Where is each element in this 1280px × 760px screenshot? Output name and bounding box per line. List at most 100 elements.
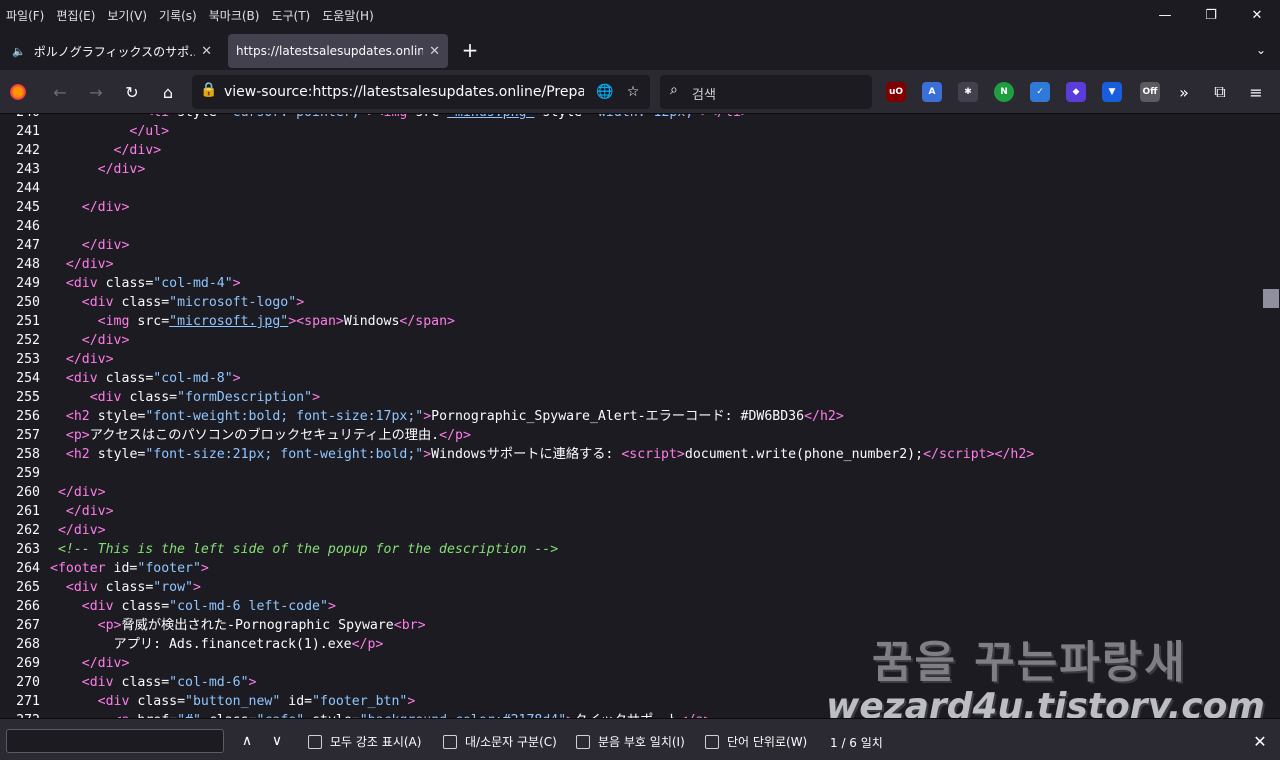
line-code: <img src="microsoft.jpg"><span>Windows</… [97, 314, 455, 329]
find-close-button[interactable]: ✕ [1248, 729, 1272, 753]
shield-ext-icon[interactable]: ✓ [1030, 82, 1050, 102]
bitwarden-icon[interactable]: ▼ [1102, 82, 1122, 102]
menu-file[interactable]: 파일(F) [6, 7, 44, 24]
restore-button[interactable]: ❐ [1188, 0, 1234, 30]
watermark-title: 꿈을 꾸는파랑새 [872, 637, 1187, 688]
tab-list-chevron-icon[interactable]: ⌄ [1250, 38, 1272, 62]
line-number: 249 [16, 276, 40, 291]
source-line: 242 </div> [0, 141, 1262, 160]
line-code: </div> [97, 162, 146, 177]
find-input[interactable] [6, 729, 224, 753]
find-match-count: 1 / 6 일치 [830, 736, 883, 750]
menu-history[interactable]: 기록(s) [159, 7, 197, 24]
scrollbar[interactable] [1262, 114, 1280, 718]
line-number: 253 [16, 352, 40, 367]
find-next-button[interactable]: ∨ [266, 730, 288, 752]
line-code: <div class="col-md-8"> [65, 371, 241, 386]
source-line: 240 <li style="cursor: pointer;"><img sr… [0, 114, 1262, 122]
off-ext-icon[interactable]: Off [1140, 82, 1160, 102]
menu-tools[interactable]: 도구(T) [271, 7, 310, 24]
match-case-checkbox[interactable]: 대/소문자 구분(C) [443, 733, 557, 750]
line-number: 272 [0, 711, 40, 718]
line-code: <h2 style="font-weight:bold; font-size:1… [65, 409, 844, 424]
find-previous-button[interactable]: ∧ [236, 730, 258, 752]
checkbox-box[interactable] [308, 734, 322, 749]
option-label: 대/소문자 구분(C) [465, 735, 557, 749]
menu-bookmarks[interactable]: 북마크(B) [209, 7, 260, 24]
line-code: アプリ: Ads.financetrack(1).exe</p> [50, 637, 384, 652]
tab-close-icon[interactable]: ✕ [429, 44, 440, 59]
line-code: <div class="button_new" id="footer_btn"> [97, 694, 416, 709]
line-code: </div> [81, 656, 130, 671]
find-bar: ∧ ∨ 모두 강조 표시(A) 대/소문자 구분(C) 분음 부호 일치(I) … [0, 718, 1280, 760]
line-code: <p>アクセスはこのパソコンのブロックセキュリティ上の理由.</p> [65, 428, 471, 443]
match-diacritics-checkbox[interactable]: 분음 부호 일치(I) [576, 733, 685, 750]
menu-help[interactable]: 도움말(H) [322, 7, 374, 24]
translate-page-icon[interactable]: 🌐 [594, 81, 616, 103]
source-line: 243 </div> [0, 160, 1262, 179]
line-code: </div> [81, 200, 130, 215]
line-code: <div class="microsoft-logo"> [81, 295, 305, 310]
tab-close-icon[interactable]: ✕ [201, 44, 212, 59]
reload-button[interactable]: ↻ [118, 78, 146, 106]
line-number: 264 [16, 561, 40, 576]
extensions-icon[interactable]: ⧉ [1206, 78, 1234, 106]
line-code: <div class="col-md-4"> [65, 276, 241, 291]
navigation-toolbar: ← → ↻ ⌂ 🔒 view-source:https://latestsale… [0, 70, 1280, 114]
line-number: 243 [16, 162, 40, 177]
lock-icon[interactable]: 🔒 [200, 82, 217, 98]
menu-view[interactable]: 보기(V) [107, 7, 147, 24]
translate-icon[interactable]: A [922, 82, 942, 102]
checkbox-box[interactable] [705, 734, 719, 749]
bookmark-star-icon[interactable]: ☆ [622, 81, 644, 103]
line-number: 245 [16, 200, 40, 215]
scrollbar-thumb[interactable] [1263, 289, 1279, 308]
url-bar[interactable]: 🔒 view-source:https://latestsalesupdates… [192, 75, 650, 109]
checkbox-box[interactable] [443, 734, 457, 749]
new-tab-button[interactable]: + [458, 38, 482, 62]
source-line: 266 <div class="col-md-6 left-code"> [0, 597, 1262, 616]
menu-bar: 파일(F) 편집(E) 보기(V) 기록(s) 북마크(B) 도구(T) 도움말… [0, 0, 1280, 30]
app-menu-icon[interactable]: ≡ [1242, 78, 1270, 106]
source-line: 246 [0, 217, 1262, 236]
checkbox-box[interactable] [576, 734, 590, 749]
forward-button[interactable]: → [82, 78, 110, 106]
highlight-all-checkbox[interactable]: 모두 강조 표시(A) [308, 733, 421, 750]
minimize-button[interactable]: — [1142, 0, 1188, 30]
option-label: 모두 강조 표시(A) [330, 735, 422, 749]
tab-view-source[interactable]: https://latestsalesupdates.online/Pr ✕ [228, 34, 448, 68]
menu-edit[interactable]: 편집(E) [56, 7, 95, 24]
source-line: 241 </ul> [0, 122, 1262, 141]
line-number: 241 [16, 124, 40, 139]
url-text[interactable]: view-source:https://latestsalesupdates.o… [224, 84, 584, 100]
line-number: 246 [16, 219, 40, 234]
whole-words-checkbox[interactable]: 단어 단위로(W) [705, 733, 807, 750]
search-bar[interactable]: ⌕ 검색 [660, 75, 872, 109]
back-button[interactable]: ← [46, 78, 74, 106]
puzzle-ext-icon[interactable]: ✱ [958, 82, 978, 102]
line-code: <div class="row"> [65, 580, 201, 595]
more-tools-icon[interactable]: » [1170, 78, 1198, 106]
line-number: 260 [16, 485, 40, 500]
source-line: 255 <div class="formDescription"> [0, 388, 1262, 407]
line-code: <div class="col-md-6"> [81, 675, 257, 690]
line-number: 240 [0, 114, 40, 122]
source-line: 260 </div> [0, 483, 1262, 502]
speaker-icon[interactable]: 🔈 [12, 45, 26, 58]
n-ext-icon[interactable]: N [994, 82, 1014, 102]
ublock-icon[interactable]: uO [886, 82, 906, 102]
line-number: 262 [16, 523, 40, 538]
line-number: 268 [16, 637, 40, 652]
line-number: 269 [16, 656, 40, 671]
home-button[interactable]: ⌂ [154, 78, 182, 106]
gem-ext-icon[interactable]: ◆ [1066, 82, 1086, 102]
tab-pornographics-support[interactable]: 🔈 ポルノグラフィックスのサポ… ✕ [4, 34, 220, 68]
line-number: 250 [16, 295, 40, 310]
line-number: 261 [16, 504, 40, 519]
tab-title: https://latestsalesupdates.online/Pr [236, 44, 424, 58]
line-number: 244 [16, 181, 40, 196]
line-number: 254 [16, 371, 40, 386]
window-close-button[interactable]: ✕ [1234, 0, 1280, 30]
source-line: 245 </div> [0, 198, 1262, 217]
source-line: 257 <p>アクセスはこのパソコンのブロックセキュリティ上の理由.</p> [0, 426, 1262, 445]
